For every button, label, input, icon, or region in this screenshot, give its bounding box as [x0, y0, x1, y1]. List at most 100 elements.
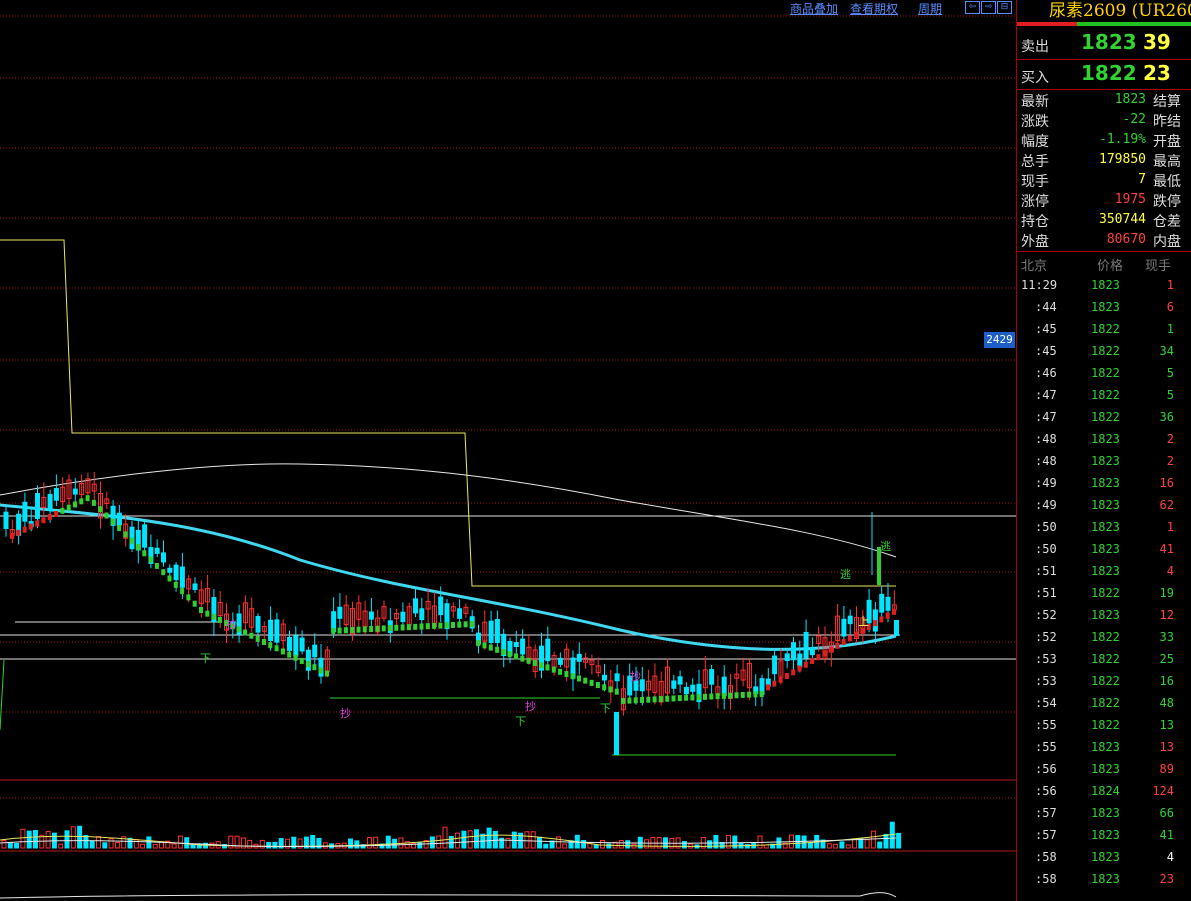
- tick-price: 1822: [1091, 586, 1120, 600]
- candle-body: [299, 637, 305, 652]
- ma-segment: [211, 613, 216, 620]
- signal-label: 逃: [840, 568, 851, 581]
- ma-segment: [91, 499, 96, 506]
- tick-volume: 6: [1166, 300, 1174, 314]
- stat-label: 涨跌: [1021, 114, 1049, 130]
- candle-body: [337, 606, 343, 619]
- volume-bar: [114, 841, 120, 849]
- candle-body: [419, 608, 425, 621]
- candle-body: [841, 618, 847, 637]
- ma-segment: [413, 623, 418, 630]
- ma-segment: [621, 697, 626, 704]
- ma-segment: [249, 632, 254, 639]
- fit-icon[interactable]: ⊟: [997, 1, 1012, 14]
- signal-label: 上: [858, 615, 869, 628]
- volume-bar: [140, 843, 146, 849]
- ma-segment: [255, 635, 260, 642]
- ma-segment: [369, 626, 374, 633]
- stat-label: 最新: [1021, 94, 1049, 110]
- volume-bar: [385, 835, 391, 849]
- ma-segment: [362, 626, 367, 633]
- tick-volume: 41: [1159, 828, 1174, 842]
- tick-price: 1822: [1091, 388, 1120, 402]
- stat-row: 幅度 -1.19% 开盘: [1017, 130, 1191, 150]
- volume-bar: [839, 841, 845, 849]
- volume-bar: [177, 835, 183, 849]
- sell-quote-row[interactable]: 卖出 1823 39: [1017, 28, 1191, 58]
- ma-segment: [325, 670, 329, 677]
- ma-segment: [854, 631, 859, 638]
- ma-segment: [803, 661, 808, 668]
- volume-bar: [436, 835, 442, 849]
- candle-body: [255, 615, 261, 633]
- tick-volume: 16: [1159, 674, 1174, 688]
- tick-time: :49: [1035, 476, 1057, 490]
- tick-price: 1823: [1091, 762, 1120, 776]
- tick-volume: 12: [1159, 608, 1174, 622]
- scroll-right-icon[interactable]: ⇨: [981, 1, 996, 14]
- ma-segment: [419, 623, 424, 630]
- tick-time: :48: [1035, 432, 1057, 446]
- ma-segment: [841, 639, 846, 646]
- ma-segment: [860, 627, 865, 634]
- tick-row: :56 1823 89: [1017, 758, 1191, 780]
- ma-segment: [469, 621, 474, 628]
- ma-segment: [747, 691, 752, 698]
- tick-time: :45: [1035, 344, 1057, 358]
- signal-label: 下: [600, 702, 611, 715]
- candle-body: [791, 642, 796, 661]
- overlay-commodity-link[interactable]: 商品叠加: [790, 0, 838, 17]
- volume-bar: [801, 835, 807, 849]
- tick-time: :58: [1035, 850, 1057, 864]
- ma-segment: [343, 627, 348, 634]
- tick-volume: 1: [1166, 278, 1174, 292]
- ma-segment: [766, 684, 770, 691]
- tick-price: 1823: [1091, 542, 1120, 556]
- ma-segment: [262, 639, 266, 645]
- candle-body: [809, 647, 815, 656]
- buy-quote-row[interactable]: 买入 1822 23: [1017, 59, 1191, 89]
- ma-segment: [28, 523, 33, 530]
- ma-segment: [312, 664, 317, 671]
- volume-bar: [152, 843, 158, 849]
- ma-segment: [117, 525, 122, 532]
- volume-bar: [77, 825, 83, 849]
- tick-volume: 5: [1166, 366, 1174, 380]
- tick-row: :48 1823 2: [1017, 428, 1191, 450]
- tick-row: :58 1823 4: [1017, 846, 1191, 868]
- volume-bar: [64, 830, 70, 849]
- candle-body: [614, 712, 619, 755]
- ma-segment: [640, 697, 644, 703]
- ma-segment: [274, 645, 279, 652]
- scroll-left-icon[interactable]: ⇦: [965, 1, 980, 14]
- stat-label-secondary: 开盘: [1153, 134, 1181, 150]
- stat-label-secondary: 跌停: [1153, 194, 1181, 210]
- stat-row: 总手 179850 最高: [1017, 150, 1191, 170]
- ma-segment: [514, 653, 518, 660]
- tick-time: :44: [1035, 300, 1057, 314]
- stat-label: 持仓: [1021, 214, 1049, 230]
- tick-price: 1823: [1091, 498, 1120, 512]
- signal-label: 下: [200, 652, 211, 665]
- stat-label-secondary: 结算: [1153, 94, 1181, 110]
- ma-segment: [665, 695, 670, 702]
- tick-time: :45: [1035, 322, 1057, 336]
- volume-bar: [606, 843, 612, 849]
- volume-bar: [171, 843, 177, 849]
- tick-row: :44 1823 6: [1017, 296, 1191, 318]
- candle-body: [3, 511, 9, 529]
- ma-segment: [457, 621, 462, 628]
- view-options-link[interactable]: 查看期权: [850, 0, 898, 17]
- kline-chart-area[interactable]: 抄抄抄抄下下下上逃逃 商品叠加 查看期权 周期 ⇦ ⇨ ⊟ 2429: [0, 0, 1016, 901]
- tick-row: 11:29 1823 1: [1017, 274, 1191, 296]
- kline-chart[interactable]: 抄抄抄抄下下下上逃逃: [0, 0, 1016, 901]
- buy-sell-ratio-bar: [1017, 22, 1191, 26]
- tick-time: :55: [1035, 740, 1057, 754]
- ma-segment: [388, 625, 392, 632]
- ma-segment: [123, 531, 128, 538]
- ma-segment: [627, 697, 632, 704]
- ma-segment: [293, 654, 298, 661]
- period-link[interactable]: 周期: [918, 0, 942, 17]
- volume-bar: [524, 831, 530, 849]
- volume-bar: [14, 842, 20, 849]
